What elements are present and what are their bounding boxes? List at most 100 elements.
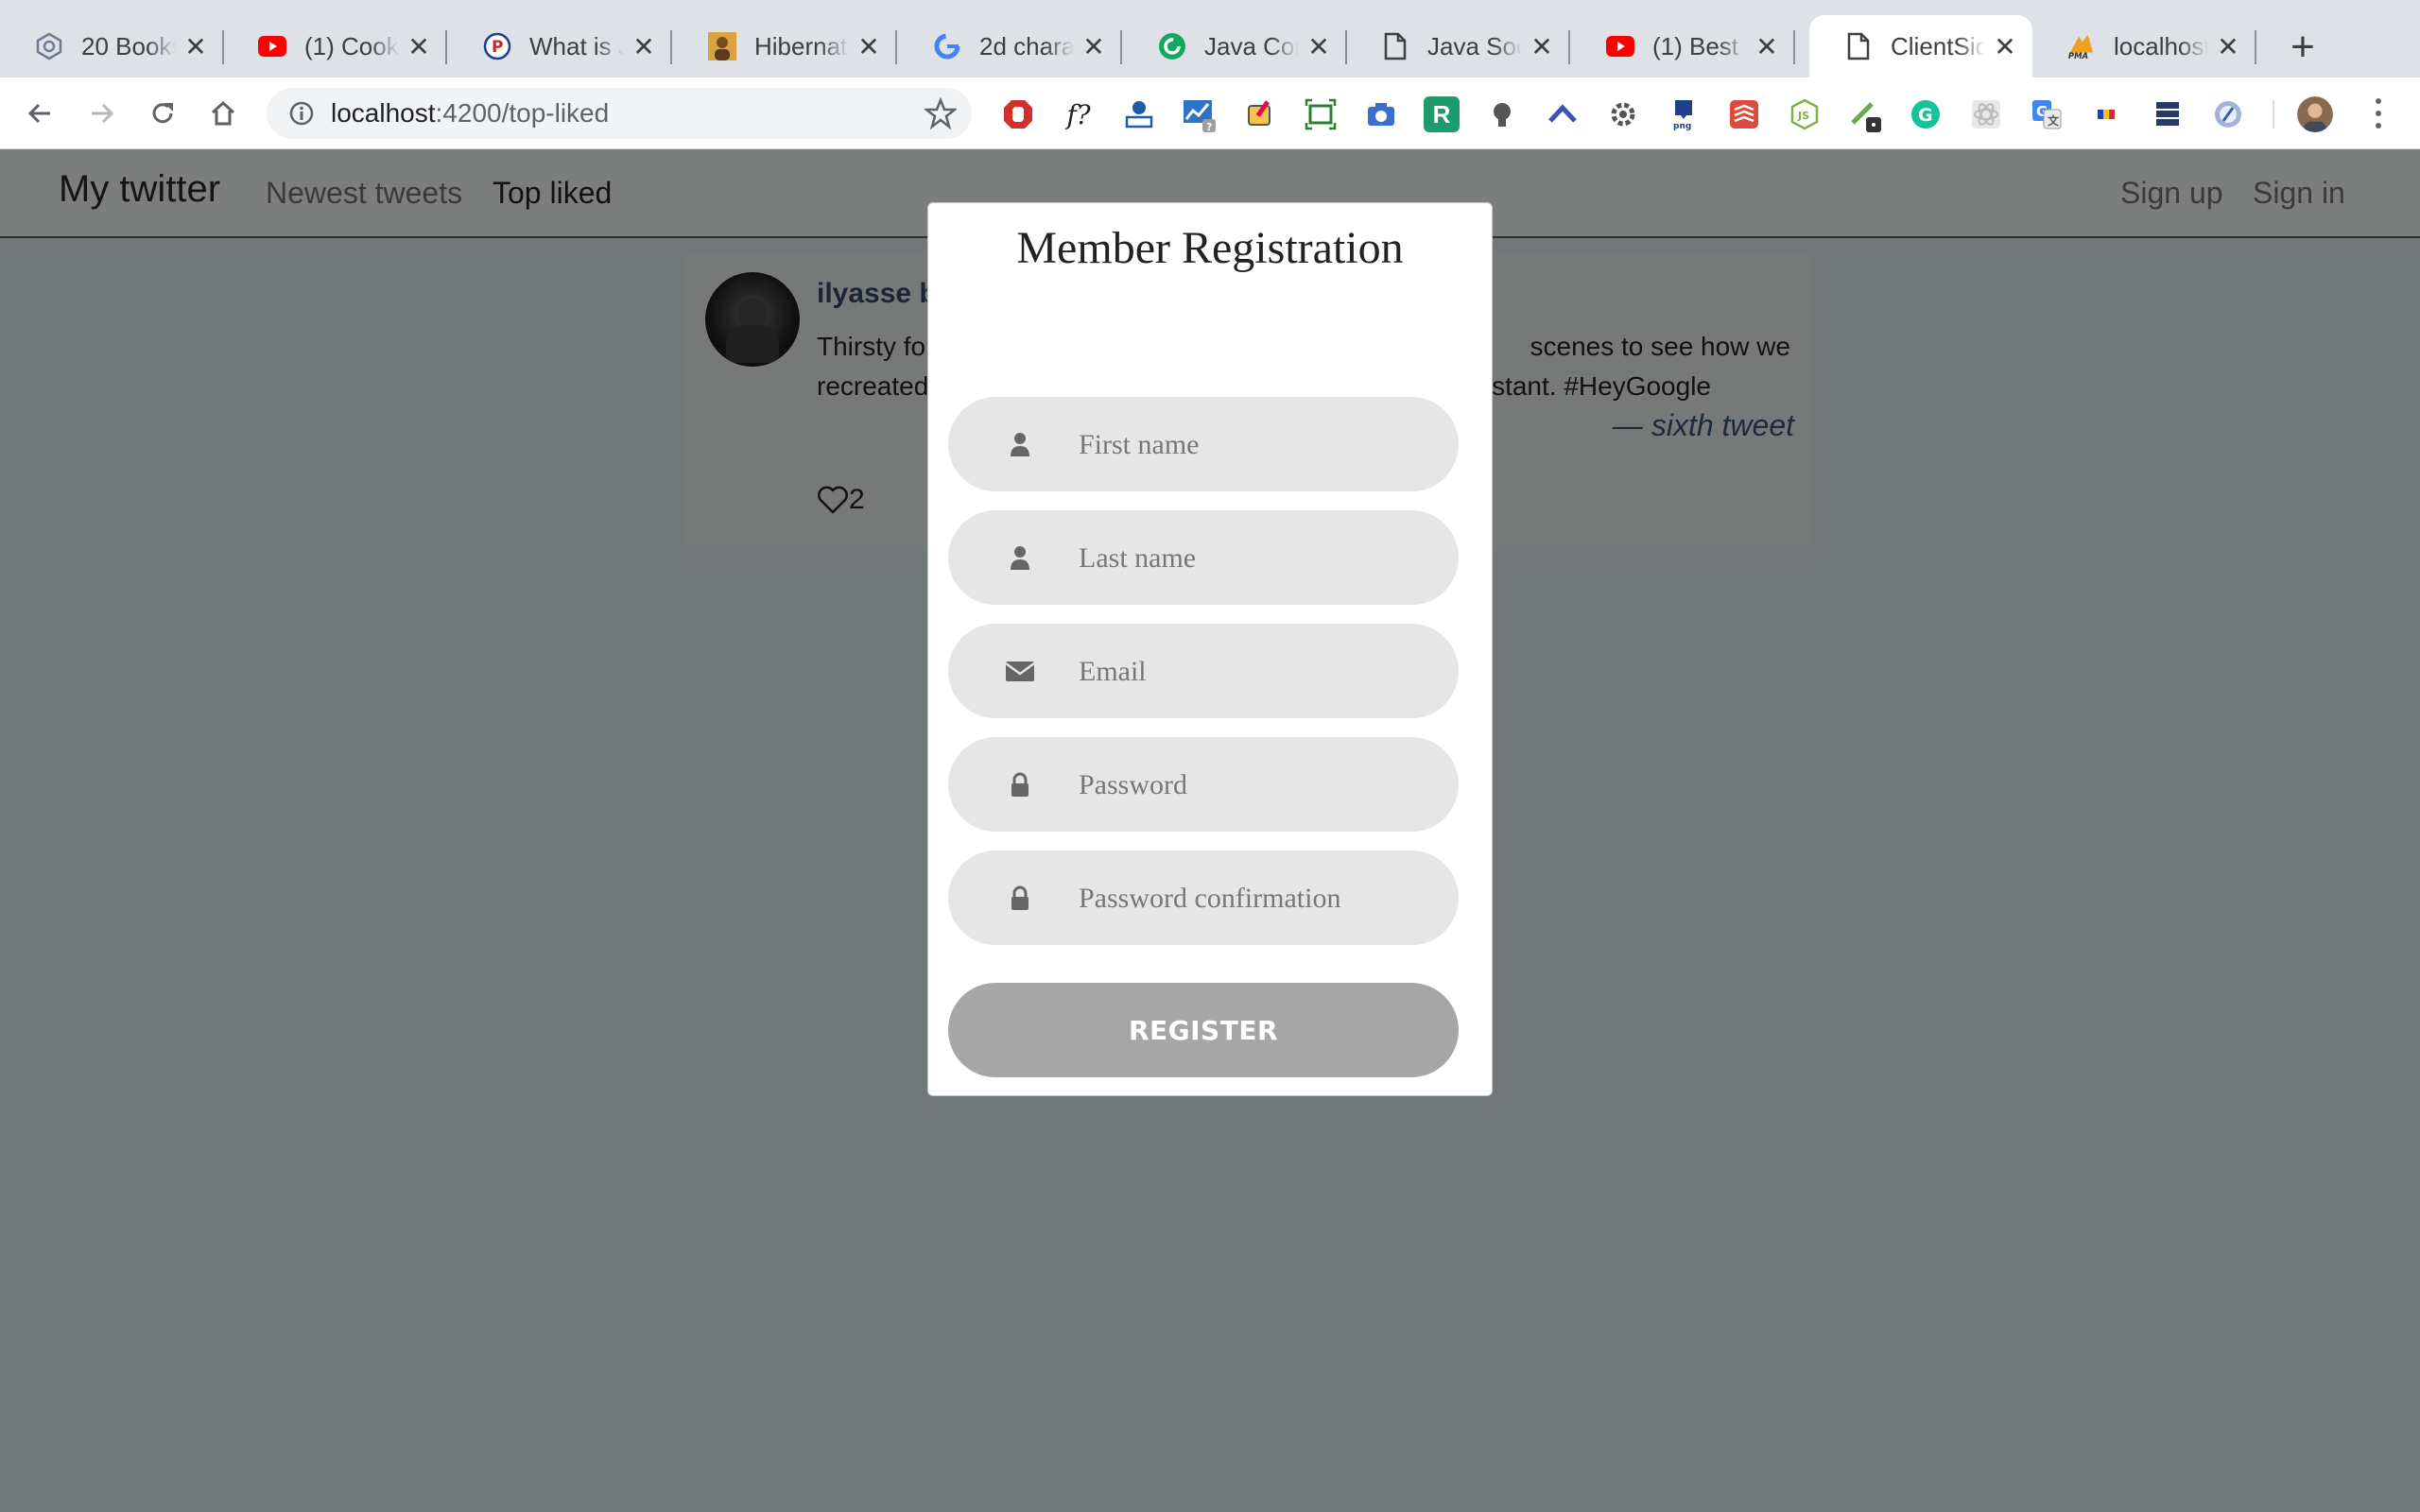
tab-title: localhost <box>2114 31 2208 60</box>
grammarly-extension-icon[interactable]: G <box>1908 96 1944 132</box>
tweet-signature: — sixth tweet <box>1612 408 1794 442</box>
new-tab-button[interactable]: + <box>2280 24 2325 70</box>
chart-extension-icon[interactable]: ? <box>1182 96 1218 132</box>
p-logo-icon: P <box>482 31 512 61</box>
first-name-input[interactable] <box>1077 418 1440 472</box>
ruler-extension-icon[interactable] <box>1121 96 1157 132</box>
eyedropper-extension-icon[interactable] <box>1847 96 1883 132</box>
reload-icon <box>152 103 173 124</box>
green-c-logo-icon <box>1157 31 1187 61</box>
arrow-left-icon <box>27 103 50 124</box>
email-input[interactable] <box>1077 644 1440 699</box>
close-icon[interactable]: ✕ <box>183 32 208 61</box>
password-confirmation-field[interactable] <box>948 850 1459 945</box>
tab-title: Java Conc <box>1204 31 1299 60</box>
browser-tab[interactable]: (1) Best w ✕ <box>1571 15 1795 77</box>
svg-text:png: png <box>1673 122 1691 130</box>
forward-button[interactable] <box>81 93 123 134</box>
flag-extension-icon[interactable] <box>2089 96 2125 132</box>
browser-tab[interactable]: PMA localhost ✕ <box>2032 15 2256 77</box>
dot-icon <box>2376 97 2381 104</box>
first-name-field[interactable] <box>948 397 1459 491</box>
close-icon[interactable]: ✕ <box>1081 32 1106 61</box>
home-button[interactable] <box>202 93 244 134</box>
close-icon[interactable]: ✕ <box>856 32 881 61</box>
bookmark-star-icon[interactable] <box>925 97 957 129</box>
person-thumbnail-icon <box>707 31 737 61</box>
r-extension-icon[interactable]: R <box>1424 96 1460 132</box>
tweet-author[interactable]: ilyasse b <box>817 278 937 310</box>
nav-sign-in[interactable]: Sign in <box>2253 176 2345 211</box>
modal-title: Member Registration <box>1016 223 1404 273</box>
browser-tab-active[interactable]: ClientSide ✕ <box>1809 15 2032 77</box>
tweet-text-fragment: recreated <box>817 371 929 401</box>
screenshot-extension-icon[interactable] <box>1303 96 1339 132</box>
last-name-input[interactable] <box>1077 531 1440 586</box>
todoist-extension-icon[interactable] <box>1726 96 1762 132</box>
url-host: localhost <box>331 98 436 128</box>
server-extension-icon[interactable] <box>2150 96 2186 132</box>
close-icon[interactable]: ✕ <box>2216 32 2240 61</box>
address-bar[interactable]: localhost:4200/top-liked <box>267 88 972 139</box>
browser-tab[interactable]: Java Sock ✕ <box>1346 15 1570 77</box>
browser-tab[interactable]: (1) Cookie ✕ <box>223 15 447 77</box>
tab-title: ClientSide <box>1891 31 1985 60</box>
lock-icon <box>1011 885 1028 910</box>
register-button[interactable]: REGISTER <box>948 983 1459 1077</box>
close-icon[interactable]: ✕ <box>1530 32 1554 61</box>
document-icon <box>1843 31 1874 61</box>
nav-sign-up[interactable]: Sign up <box>2120 176 2223 211</box>
like-count: 2 <box>849 484 865 515</box>
browser-tab[interactable]: 20 Books ✕ <box>0 15 224 77</box>
palette-extension-icon[interactable] <box>1242 96 1278 132</box>
dot-icon <box>2376 110 2381 116</box>
hexagon-logo-icon <box>34 31 64 61</box>
compass-extension-icon[interactable] <box>2210 96 2246 132</box>
nav-newest-tweets[interactable]: Newest tweets <box>266 176 462 211</box>
user-icon <box>1011 433 1029 456</box>
heart-icon <box>818 486 848 514</box>
browser-tab[interactable]: Java Conc ✕ <box>1123 15 1347 77</box>
avatar <box>705 272 800 367</box>
browser-menu-button[interactable] <box>2367 94 2390 132</box>
url-text[interactable]: localhost:4200/top-liked <box>331 98 609 129</box>
like-button[interactable]: 2 <box>817 484 865 516</box>
password-field[interactable] <box>948 737 1459 832</box>
lightbulb-extension-icon[interactable] <box>1484 96 1520 132</box>
svg-text:G: G <box>1918 105 1933 126</box>
close-icon[interactable]: ✕ <box>631 32 656 61</box>
react-devtools-extension-icon[interactable] <box>1968 96 2004 132</box>
gear-extension-icon[interactable] <box>1605 96 1641 132</box>
password-confirmation-input[interactable] <box>1077 871 1440 926</box>
home-icon <box>211 100 235 126</box>
png-download-extension-icon[interactable]: png <box>1666 96 1702 132</box>
close-icon[interactable]: ✕ <box>1306 32 1331 61</box>
tab-separator <box>895 30 897 64</box>
profile-avatar-icon[interactable] <box>2297 96 2333 132</box>
tab-title: Java Sock <box>1427 31 1522 60</box>
email-field[interactable] <box>948 624 1459 718</box>
tab-title: Hibernate <box>754 31 849 60</box>
document-icon <box>1380 31 1410 61</box>
browser-tab[interactable]: 2d charac ✕ <box>898 15 1122 77</box>
chevron-up-extension-icon[interactable] <box>1545 96 1581 132</box>
close-icon[interactable]: ✕ <box>1754 32 1779 61</box>
info-icon[interactable] <box>285 97 318 129</box>
browser-tab[interactable]: Hibernate ✕ <box>673 15 897 77</box>
fontface-extension-icon[interactable]: f? <box>1061 96 1097 132</box>
back-button[interactable] <box>19 93 60 134</box>
close-icon[interactable]: ✕ <box>1993 32 2017 61</box>
reload-button[interactable] <box>142 93 183 134</box>
password-input[interactable] <box>1077 758 1440 813</box>
nav-top-liked[interactable]: Top liked <box>493 176 612 211</box>
browser-tab[interactable]: P What is Ja ✕ <box>448 15 672 77</box>
svg-text:P: P <box>492 38 503 57</box>
close-icon[interactable]: ✕ <box>406 32 431 61</box>
google-translate-extension-icon[interactable]: G文 <box>2029 96 2065 132</box>
last-name-field[interactable] <box>948 510 1459 605</box>
camera-extension-icon[interactable] <box>1363 96 1399 132</box>
adblock-extension-icon[interactable] <box>1000 96 1036 132</box>
app-brand[interactable]: My twitter <box>59 168 220 211</box>
arrow-right-icon <box>92 103 114 124</box>
nodejs-extension-icon[interactable]: JS <box>1787 96 1823 132</box>
